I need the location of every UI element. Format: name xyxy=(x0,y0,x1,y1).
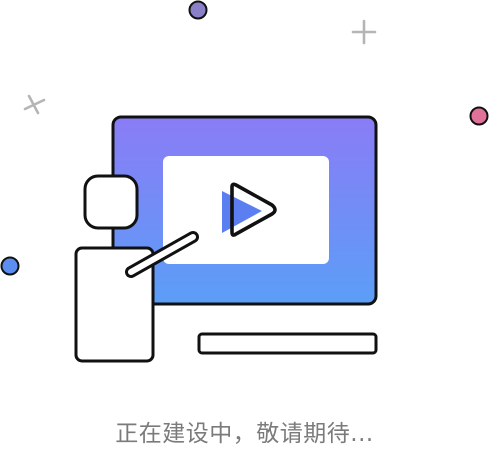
plus-icon-left xyxy=(23,94,46,115)
decorative-dot-left xyxy=(0,256,20,276)
decorative-dot-right xyxy=(469,106,489,126)
empty-state: 正在建设中，敬请期待... xyxy=(0,0,489,449)
presenter-head xyxy=(83,174,139,230)
under-construction-illustration xyxy=(0,0,489,363)
under-construction-message: 正在建设中，敬请期待... xyxy=(115,421,374,447)
decorative-dot-top xyxy=(188,0,208,20)
monitor-base-bar xyxy=(197,332,378,355)
plus-icon-top-right xyxy=(351,19,377,45)
